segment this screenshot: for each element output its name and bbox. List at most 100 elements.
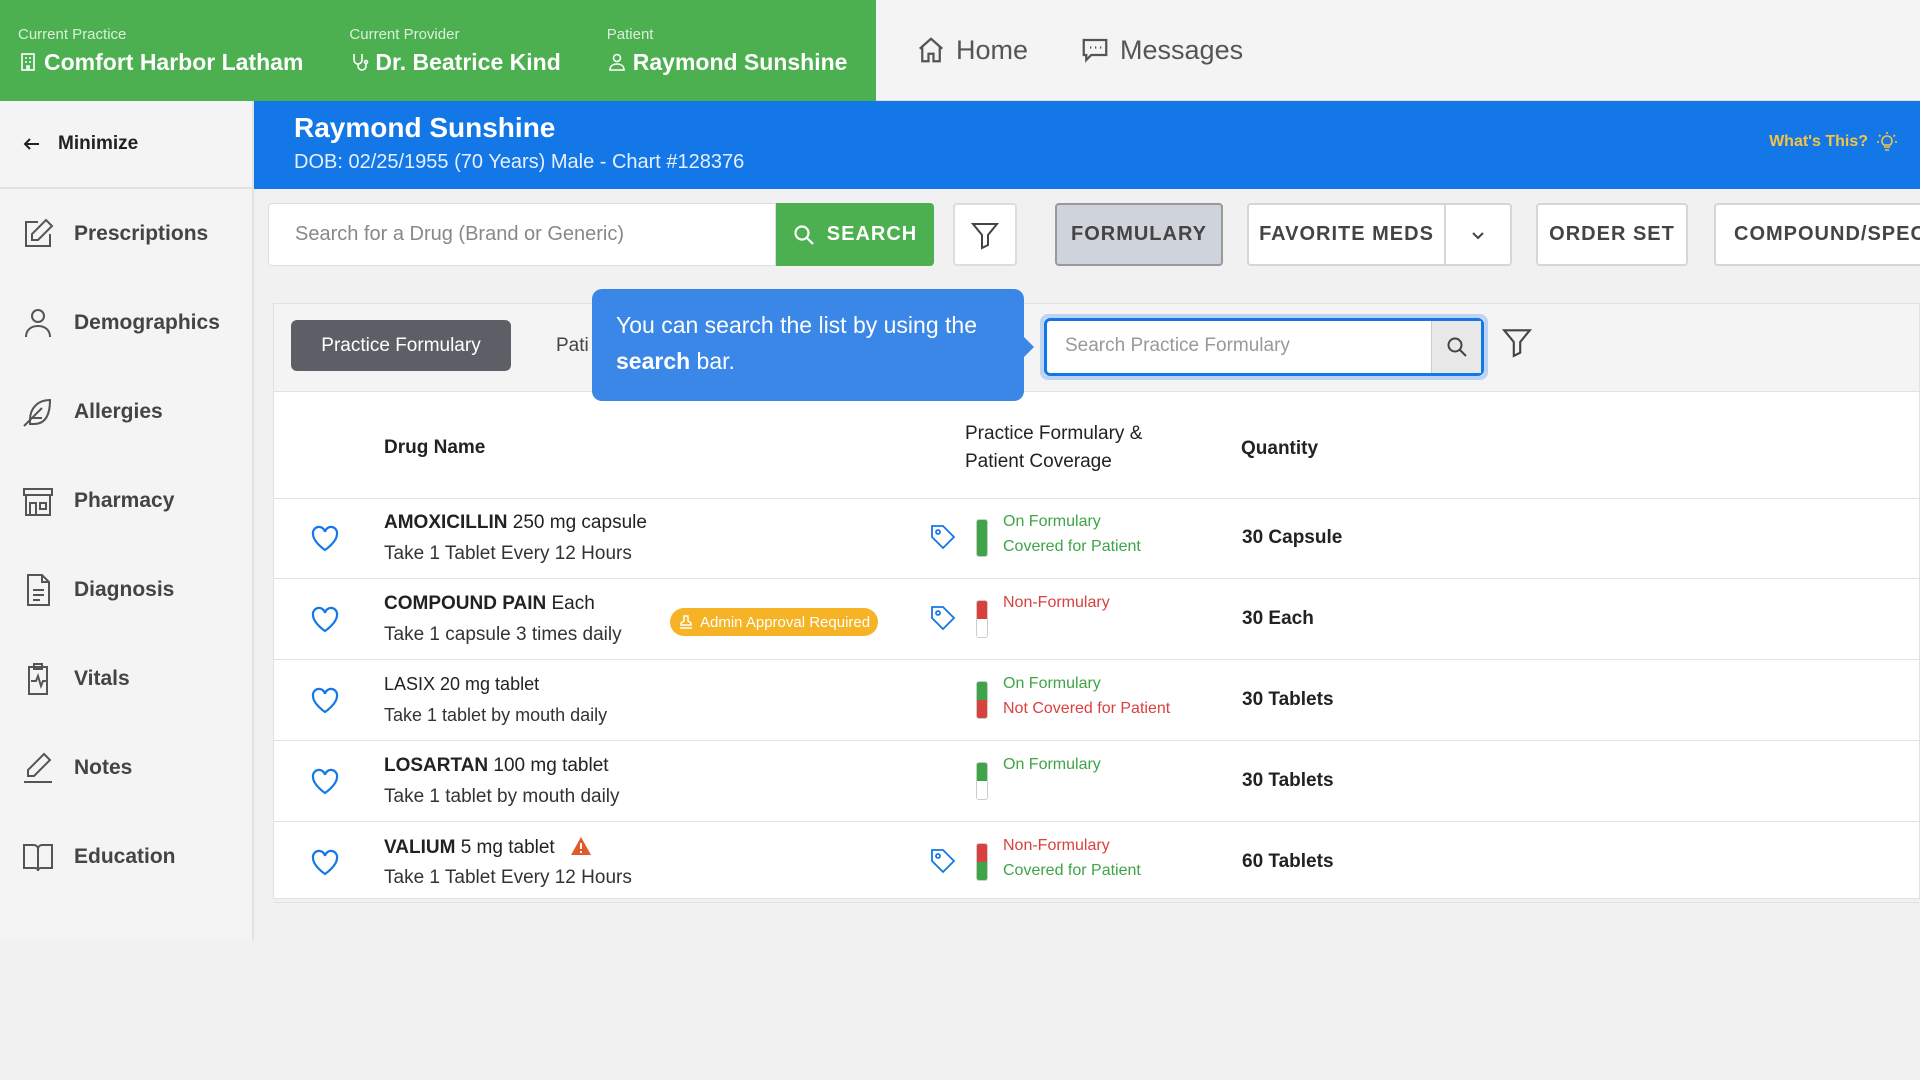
formulary-search-box[interactable]: Search Practice Formulary [1044,318,1484,376]
practice-label: Current Practice [18,25,127,43]
drug-strength: 20 mg tablet [435,674,540,694]
message-icon [1082,38,1108,63]
nav-home[interactable]: Home [916,35,1028,66]
stethoscope-icon [353,54,369,71]
formulary-status: On Formulary [1003,756,1101,773]
tab-patient[interactable]: Pati [556,335,589,357]
sidebar-item-allergies[interactable]: Allergies [0,367,252,456]
coverage-status: Not Covered for Patient [1003,700,1171,717]
formulary-card-header: Practice Formulary Pati Search Practice … [274,304,1919,392]
drug-filter-button[interactable] [953,203,1017,266]
tab-practice-formulary[interactable]: Practice Formulary [291,320,511,371]
main-nav: Home Messages [876,0,1920,101]
drug-name-main: LASIX [384,674,436,694]
tag-icon[interactable] [928,603,958,633]
formulary-status: Non-Formulary [1003,837,1110,854]
search-icon [1447,337,1467,357]
coverage-status: Covered for Patient [1003,538,1141,555]
sidebar-item-diagnosis[interactable]: Diagnosis [0,545,252,634]
formulary-button[interactable]: FORMULARY [1055,203,1223,266]
current-provider[interactable]: Current Provider Dr. Beatrice Kind [349,0,560,101]
formulary-status: Non-Formulary [1003,594,1110,611]
whats-this-label: What's This? [1769,133,1868,150]
col-coverage-line1: Practice Formulary & [965,423,1143,444]
minimize-label: Minimize [58,133,139,154]
formulary-search-highlight: Search Practice Formulary [1040,314,1488,380]
sidebar-item-label: Vitals [74,666,130,690]
sidebar-item-label: Diagnosis [74,577,175,601]
formulary-search-input[interactable]: Search Practice Formulary [1065,335,1290,357]
formulary-search-button[interactable] [1431,321,1481,373]
whats-this-link[interactable]: What's This? [1769,131,1898,153]
drug-name: AMOXICILLIN 250 mg capsule [384,512,647,534]
drug-name: VALIUM 5 mg tablet [384,836,592,859]
search-button-label: SEARCH [826,223,918,245]
sidebar-item-vitals[interactable]: Vitals [0,634,252,723]
search-button[interactable]: SEARCH [776,203,934,266]
order-set-button[interactable]: ORDER SET [1536,203,1688,266]
drug-sig: Take 1 tablet by mouth daily [384,786,620,807]
quantity: 30 Tablets [1242,689,1334,710]
tag-icon[interactable] [928,846,958,876]
quantity: 60 Tablets [1242,851,1334,872]
drug-name-main: COMPOUND PAIN [384,593,547,614]
patient-banner: Raymond Sunshine DOB: 02/25/1955 (70 Yea… [254,101,1920,189]
home-icon [919,37,943,63]
drug-sig: Take 1 Tablet Every 12 Hours [384,543,632,564]
current-patient[interactable]: Patient Raymond Sunshine [607,0,848,101]
provider-value: Dr. Beatrice Kind [375,48,561,75]
formulary-filter-button[interactable] [1501,326,1533,363]
store-icon [23,487,53,516]
sidebar-item-education[interactable]: Education [0,812,252,901]
sidebar-item-pharmacy[interactable]: Pharmacy [0,456,252,545]
table-row[interactable]: COMPOUND PAIN Each Take 1 capsule 3 time… [274,580,1919,660]
heart-icon[interactable] [310,525,340,553]
heart-icon[interactable] [310,768,340,796]
drug-sig: Take 1 Tablet Every 12 Hours [384,867,632,888]
admin-approval-badge: Admin Approval Required [670,608,879,636]
tag-icon[interactable] [928,522,958,552]
current-practice[interactable]: Current Practice Comfort Harbor Latham [18,0,303,101]
drug-search-input[interactable]: Search for a Drug (Brand or Generic) [268,203,776,266]
compound-specialty-button[interactable]: COMPOUND/SPECI [1714,203,1920,266]
table-row[interactable]: VALIUM 5 mg tablet Take 1 Tablet Every 1… [274,823,1919,903]
minimize-button[interactable]: Minimize [0,101,252,189]
stamp-icon [680,615,692,629]
patient-value: Raymond Sunshine [632,48,848,75]
sidebar-item-label: Pharmacy [74,488,175,512]
favorite-meds-dropdown[interactable] [1444,203,1512,266]
search-icon [794,224,814,245]
drug-name-main: AMOXICILLIN [384,512,508,533]
sidebar: Minimize Prescriptions Demographics Alle… [0,101,254,941]
heart-icon[interactable] [310,687,340,715]
table-row[interactable]: LOSARTAN 100 mg tablet Take 1 tablet by … [274,742,1919,822]
drug-sig: Take 1 tablet by mouth daily [384,705,608,725]
clipboard-pulse-icon [28,662,48,695]
nav-home-label: Home [956,34,1029,65]
provider-label: Current Provider [349,25,460,43]
feather-icon [23,398,52,427]
user-icon [608,53,625,71]
table-row[interactable]: LASIX 20 mg tablet Take 1 tablet by mout… [274,661,1919,741]
coverage-status: Covered for Patient [1003,862,1141,879]
sidebar-item-prescriptions[interactable]: Prescriptions [0,189,252,278]
sidebar-item-notes[interactable]: Notes [0,723,252,812]
drug-name: COMPOUND PAIN Each [384,593,595,615]
drug-name: LOSARTAN 100 mg tablet [384,755,609,777]
coverage-indicator [976,519,988,557]
table-row[interactable]: AMOXICILLIN 250 mg capsule Take 1 Tablet… [274,499,1919,579]
heart-icon[interactable] [310,606,340,634]
col-quantity: Quantity [1241,438,1319,459]
formulary-status: On Formulary [1003,513,1101,530]
book-icon [23,843,53,871]
sidebar-item-label: Notes [74,755,133,779]
heart-icon[interactable] [310,849,340,877]
quantity: 30 Tablets [1242,770,1334,791]
drug-name-main: LOSARTAN [384,755,489,776]
coverage-indicator [976,762,988,800]
favorite-meds-button[interactable]: FAVORITE MEDS [1247,203,1446,266]
nav-messages[interactable]: Messages [1080,35,1243,66]
nav-messages-label: Messages [1120,34,1244,65]
drug-strength: 100 mg tablet [488,755,609,776]
sidebar-item-demographics[interactable]: Demographics [0,278,252,367]
